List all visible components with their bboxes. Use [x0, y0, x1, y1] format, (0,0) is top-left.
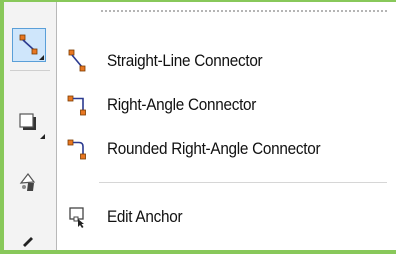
more-tool-button[interactable]	[12, 226, 46, 260]
right-angle-connector-icon	[57, 86, 99, 124]
menu-item-straight-line-connector[interactable]: Straight-Line Connector	[57, 42, 393, 80]
menu-drag-handle[interactable]	[101, 10, 387, 12]
pen-tool-icon	[23, 237, 33, 247]
toolbox-divider	[10, 70, 50, 71]
menu-separator	[99, 182, 387, 183]
connector-tool-button[interactable]	[12, 28, 46, 62]
flyout-indicator	[39, 55, 44, 60]
menu-item-right-angle-connector[interactable]: Right-Angle Connector	[57, 86, 393, 124]
fill-tool-button[interactable]	[12, 164, 46, 198]
toolbox	[4, 2, 57, 250]
menu-item-edit-anchor[interactable]: Edit Anchor	[57, 198, 393, 236]
menu-item-label: Straight-Line Connector	[107, 51, 263, 70]
shadow-tool-icon	[19, 113, 36, 130]
straight-line-connector-icon	[57, 42, 99, 80]
menu-item-label: Right-Angle Connector	[107, 95, 257, 114]
shadow-tool-button[interactable]	[12, 106, 46, 140]
menu-item-rounded-right-angle-connector[interactable]: Rounded Right-Angle Connector	[57, 130, 393, 168]
menu-item-label: Rounded Right-Angle Connector	[107, 139, 321, 158]
connector-flyout-menu: Straight-Line Connector Right-Angle Conn…	[56, 2, 393, 250]
fill-tool-icon	[19, 173, 36, 191]
rounded-right-angle-connector-icon	[57, 130, 99, 168]
connector-tool-icon	[19, 34, 38, 55]
edit-anchor-icon	[57, 198, 99, 236]
flyout-indicator	[40, 134, 45, 139]
menu-item-label: Edit Anchor	[107, 207, 183, 226]
